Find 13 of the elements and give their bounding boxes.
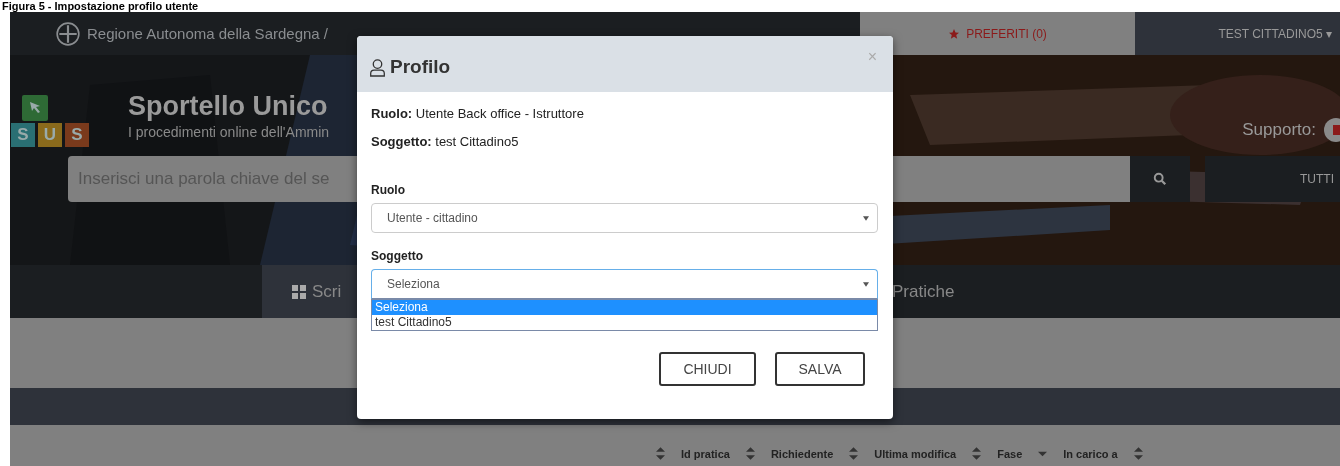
field-label: Soggetto [371, 249, 424, 263]
logo-letter: S [65, 123, 89, 147]
region-title: Regione Autonoma della Sardegna / [87, 25, 328, 42]
logo-letter: U [38, 123, 62, 147]
profile-info: Ruolo: Utente Back office - Istruttore [371, 106, 585, 121]
field-label: Ruolo [371, 183, 406, 197]
portal-title: Sportello Unico [128, 91, 329, 122]
portal-subtitle: I procedimenti online dell'Ammin [128, 124, 330, 140]
profile-info: Soggetto: test Cittadino5 [371, 134, 520, 149]
support-label: Supporto: [1242, 120, 1316, 140]
dialog-title: Profilo [390, 56, 451, 78]
figure-caption: Figura 5 - Impostazione profilo utente [2, 0, 199, 12]
logo-letter: S [11, 123, 35, 147]
